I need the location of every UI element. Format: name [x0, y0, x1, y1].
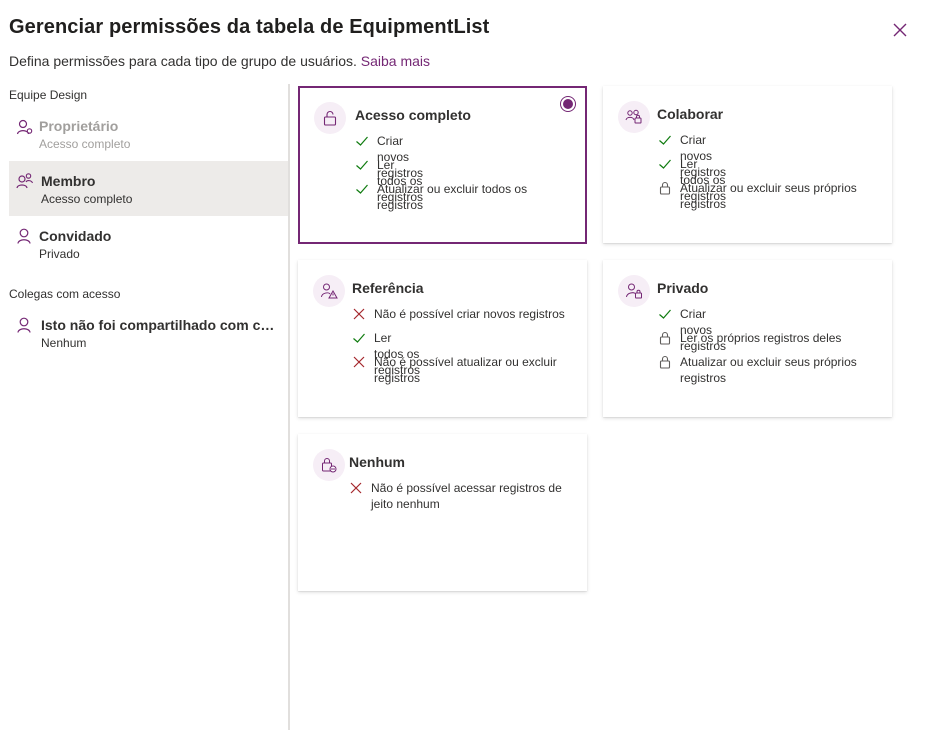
card-title: Colaborar: [657, 106, 724, 122]
card-title: Referência: [352, 280, 424, 296]
close-button[interactable]: [888, 18, 912, 42]
role-name: Convidado: [39, 228, 112, 244]
person-warning-icon: [321, 283, 338, 299]
lock-open-icon: [323, 111, 337, 126]
learn-more-link[interactable]: Saiba mais: [361, 53, 430, 69]
card-icon: [313, 449, 345, 481]
role-owner[interactable]: Proprietário Acesso completo: [9, 106, 288, 161]
role-member[interactable]: Membro Acesso completo: [9, 161, 288, 216]
role-name: Membro: [41, 173, 96, 189]
person-lock-icon: [626, 283, 642, 299]
card-collaborate[interactable]: Colaborar Criar novos registros Ler todo…: [603, 86, 892, 243]
guest-icon: [17, 228, 31, 244]
card-none[interactable]: Nenhum Não é possível acessar registros …: [298, 434, 587, 591]
lock-icon: [658, 181, 672, 195]
role-access: Acesso completo: [39, 137, 131, 151]
panel-divider: [288, 84, 290, 730]
card-icon: [618, 275, 650, 307]
checkmark-icon: [355, 158, 369, 172]
role-access: Acesso completo: [41, 192, 133, 206]
lock-blocked-icon: [322, 458, 337, 473]
card-full-access[interactable]: Acesso completo Criar novos registros Le…: [298, 86, 587, 244]
role-guest[interactable]: Convidado Privado: [9, 216, 288, 271]
card-radio-selected[interactable]: [560, 96, 576, 112]
lock-icon: [658, 355, 672, 369]
card-title: Privado: [657, 280, 709, 296]
role-name: Proprietário: [39, 118, 119, 134]
people-icon: [625, 109, 642, 124]
close-icon: [893, 23, 907, 37]
role-access: Privado: [39, 247, 80, 261]
checkmark-icon: [352, 331, 366, 345]
member-icon: [16, 173, 34, 189]
role-name: Isto não foi compartilhado com colegas: [41, 317, 279, 333]
subtitle-text: Defina permissões para cada tipo de grup…: [9, 53, 357, 69]
roles-panel: Equipe Design Proprietário Acesso comple…: [0, 84, 288, 730]
owner-icon: [16, 119, 33, 135]
team-label: Equipe Design: [9, 88, 88, 102]
card-title: Acesso completo: [355, 107, 471, 123]
checkmark-icon: [658, 307, 672, 321]
x-icon: [352, 307, 366, 321]
card-title: Nenhum: [349, 454, 405, 470]
colleagues-label: Colegas com acesso: [9, 287, 121, 301]
page-title: Gerenciar permissões da tabela de Equipm…: [9, 16, 490, 38]
x-icon: [349, 481, 363, 495]
x-icon: [352, 355, 366, 369]
checkmark-icon: [658, 157, 672, 171]
card-icon: [314, 102, 346, 134]
checkmark-icon: [658, 133, 672, 147]
card-icon: [313, 275, 345, 307]
checkmark-icon: [355, 134, 369, 148]
person-icon: [17, 317, 31, 333]
role-colleagues[interactable]: Isto não foi compartilhado com colegas N…: [9, 305, 288, 360]
page-subtitle: Defina permissões para cada tipo de grup…: [9, 53, 430, 69]
role-access: Nenhum: [41, 336, 87, 350]
card-reference[interactable]: Referência Não é possível criar novos re…: [298, 260, 587, 417]
card-private[interactable]: Privado Criar novos registros Ler os pró…: [603, 260, 892, 417]
card-icon: [618, 101, 650, 133]
lock-icon: [658, 331, 672, 345]
checkmark-icon: [355, 182, 369, 196]
